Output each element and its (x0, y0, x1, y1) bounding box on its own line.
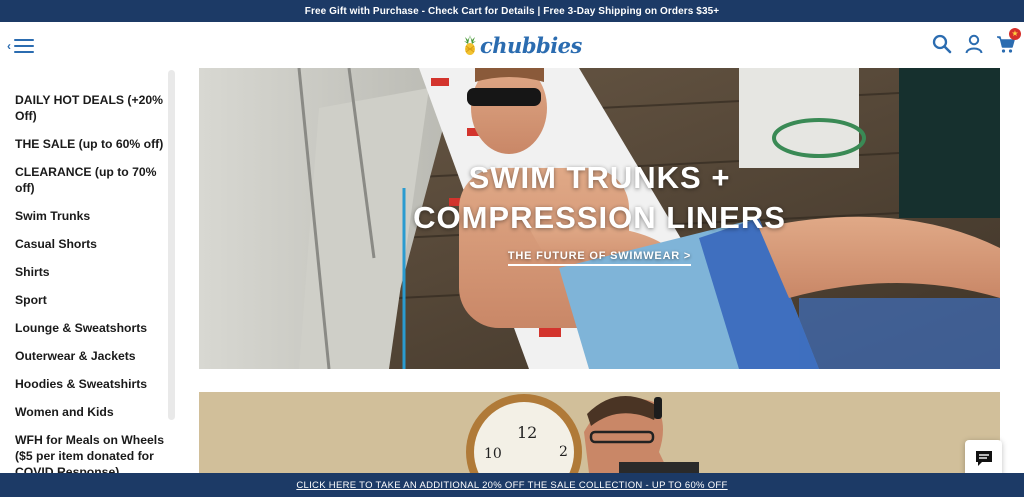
menu-toggle-button[interactable]: ‹ (7, 36, 41, 56)
hero-cta-link[interactable]: THE FUTURE OF SWIMWEAR > (507, 250, 692, 266)
hero-headline-line2: COMPRESSION LINERS (413, 200, 786, 235)
sidebar-item-women-kids[interactable]: Women and Kids (15, 404, 167, 420)
site-logo[interactable]: chubbies (462, 32, 582, 58)
account-icon[interactable] (964, 34, 984, 54)
cart-button[interactable]: ★ (996, 28, 1021, 54)
sidebar-item-outerwear[interactable]: Outerwear & Jackets (15, 348, 167, 364)
hamburger-menu-icon (14, 39, 34, 53)
promo-text-top: Free Gift with Purchase - Check Cart for… (304, 5, 720, 17)
hero-banner[interactable]: SWIM TRUNKS + COMPRESSION LINERS THE FUT… (199, 68, 1000, 369)
logo-wordmark: chubbies (480, 32, 582, 58)
hero-headline-line1: SWIM TRUNKS + (468, 160, 731, 195)
chevron-left-icon: ‹ (7, 39, 11, 53)
clock-numeral-2: 2 (559, 444, 568, 460)
promo-link-bottom[interactable]: CLICK HERE TO TAKE AN ADDITIONAL 20% OFF… (296, 480, 727, 491)
sidebar-scrollbar[interactable] (168, 70, 175, 420)
sidebar-item-shirts[interactable]: Shirts (15, 264, 167, 280)
sidebar-item-casual-shorts[interactable]: Casual Shorts (15, 236, 167, 252)
pineapple-icon (464, 35, 476, 55)
sidebar-item-the-sale[interactable]: THE SALE (up to 60% off) (15, 136, 167, 152)
secondary-banner[interactable]: 12 10 2 (199, 392, 1000, 473)
sidebar-item-lounge[interactable]: Lounge & Sweatshorts (15, 320, 167, 336)
sidebar-item-swim-trunks[interactable]: Swim Trunks (15, 208, 167, 224)
promo-banner-top: Free Gift with Purchase - Check Cart for… (0, 0, 1024, 22)
secondary-banner-photo: 12 10 2 (199, 392, 1000, 473)
clock-numeral-12: 12 (517, 423, 537, 442)
clock-numeral-10: 10 (484, 446, 502, 462)
sidebar-item-hoodies[interactable]: Hoodies & Sweatshirts (15, 376, 167, 392)
promo-banner-bottom: CLICK HERE TO TAKE AN ADDITIONAL 20% OFF… (0, 473, 1024, 497)
sidebar-item-sport[interactable]: Sport (15, 292, 167, 308)
chat-button[interactable] (965, 440, 1002, 477)
site-header: ‹ chubbies ★ (0, 22, 1024, 68)
category-sidebar: DAILY HOT DEALS (+20% Off) THE SALE (up … (0, 68, 178, 479)
cart-badge-star-icon: ★ (1009, 28, 1021, 40)
sidebar-item-daily-hot-deals[interactable]: DAILY HOT DEALS (+20% Off) (15, 92, 167, 124)
search-icon[interactable] (932, 34, 952, 54)
sidebar-item-clearance[interactable]: CLEARANCE (up to 70% off) (15, 164, 167, 196)
hero-text-block: SWIM TRUNKS + COMPRESSION LINERS THE FUT… (199, 158, 1000, 266)
chat-icon (975, 451, 992, 466)
